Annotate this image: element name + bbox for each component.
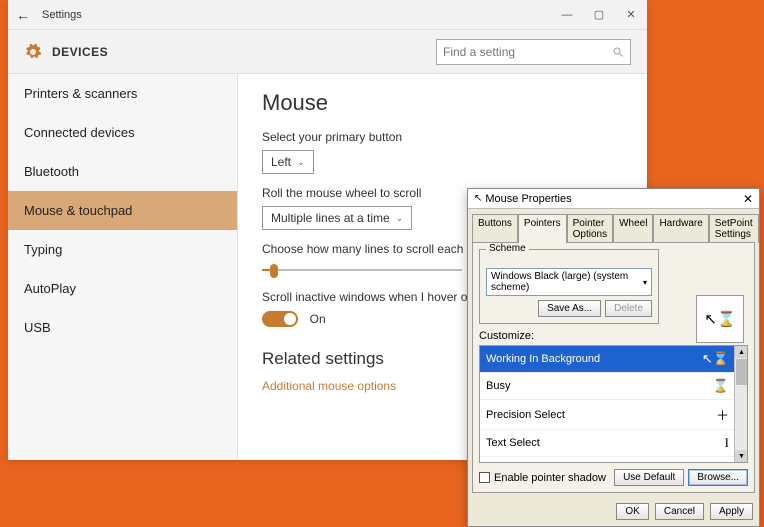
save-as-button[interactable]: Save As... [538,300,601,317]
cursor-icon: ↖ [474,193,482,204]
chevron-down-icon: ⌄ [396,213,404,224]
scroll-thumb[interactable] [736,359,747,385]
wheel-value: Multiple lines at a time [271,211,390,225]
chevron-down-icon: ▾ [643,278,647,287]
cursor-preview: ↖⌛ [696,295,744,343]
cursor-label: Working In Background [486,353,600,365]
gear-icon [24,43,42,61]
scroll-up-button[interactable]: ▲ [735,346,748,358]
scheme-group: Scheme Windows Black (large) (system sch… [479,249,659,324]
wheel-select[interactable]: Multiple lines at a time ⌄ [262,206,412,230]
tab-pointers[interactable]: Pointers [518,214,567,243]
search-input[interactable] [443,45,612,59]
browse-button[interactable]: Browse... [688,469,748,486]
sidebar-item-printers[interactable]: Printers & scanners [8,74,237,113]
dialog-tabs: Buttons Pointers Pointer Options Wheel H… [468,209,759,242]
cancel-button[interactable]: Cancel [655,503,704,520]
sidebar-item-usb[interactable]: USB [8,308,237,347]
primary-button-label: Select your primary button [262,130,623,144]
tab-wheel[interactable]: Wheel [613,214,653,243]
maximize-button[interactable]: ▢ [583,0,615,30]
sidebar-item-bluetooth[interactable]: Bluetooth [8,152,237,191]
list-item[interactable]: Text Select I [480,430,747,457]
dialog-title: Mouse Properties [485,193,571,205]
toggle-value: On [310,312,326,326]
cursor-working-icon: ↖⌛ [702,351,729,367]
chevron-down-icon: ⌄ [297,157,305,168]
lines-slider[interactable] [262,262,462,278]
list-item[interactable]: Busy ⌛ [480,373,747,400]
shadow-checkbox[interactable] [479,472,490,483]
tab-buttons[interactable]: Buttons [472,214,518,243]
back-button[interactable]: ← [8,7,38,23]
search-icon [612,46,624,58]
tab-panel: ↖⌛ Scheme Windows Black (large) (system … [472,242,755,493]
window-title: Settings [38,9,82,21]
cursor-label: Text Select [486,437,540,449]
shadow-row: Enable pointer shadow Use Default Browse… [479,469,748,486]
mouse-properties-dialog: ↖ Mouse Properties ✕ Buttons Pointers Po… [467,188,760,527]
inactive-toggle[interactable] [262,311,298,327]
window-controls: — ▢ ✕ [551,0,647,30]
shadow-label: Enable pointer shadow [494,472,606,484]
sidebar-item-mouse[interactable]: Mouse & touchpad [8,191,237,230]
cursor-handwriting-icon: ✎ [718,462,729,463]
search-box[interactable] [436,39,631,65]
sidebar-item-autoplay[interactable]: AutoPlay [8,269,237,308]
primary-button-select[interactable]: Left ⌄ [262,150,314,174]
tab-pointer-options[interactable]: Pointer Options [567,214,613,243]
cursor-precision-icon: ＋ [716,405,729,424]
scroll-down-button[interactable]: ▼ [735,450,748,462]
delete-button[interactable]: Delete [605,300,652,317]
apply-button[interactable]: Apply [710,503,753,520]
sidebar-item-connected[interactable]: Connected devices [8,113,237,152]
dialog-buttons: OK Cancel Apply [468,497,759,526]
page-header: DEVICES [8,30,647,74]
cursor-list[interactable]: Working In Background ↖⌛ Busy ⌛ Precisio… [479,345,748,463]
scheme-combo[interactable]: Windows Black (large) (system scheme) ▾ [486,268,652,296]
minimize-button[interactable]: — [551,0,583,30]
primary-button-value: Left [271,155,291,169]
cursor-text-icon: I [725,435,729,451]
tab-hardware[interactable]: Hardware [653,214,708,243]
sidebar-item-typing[interactable]: Typing [8,230,237,269]
sidebar: Printers & scanners Connected devices Bl… [8,74,238,460]
list-item[interactable]: Working In Background ↖⌛ [480,346,747,373]
page-title: DEVICES [52,45,108,59]
dialog-close-button[interactable]: ✕ [743,192,753,206]
close-button[interactable]: ✕ [615,0,647,30]
list-item[interactable]: Handwriting ✎ [480,457,747,463]
use-default-button[interactable]: Use Default [614,469,684,486]
dialog-titlebar: ↖ Mouse Properties ✕ [468,189,759,209]
ok-button[interactable]: OK [616,503,648,520]
cursor-label: Busy [486,380,510,392]
scrollbar[interactable]: ▲ ▼ [734,346,747,462]
tab-setpoint[interactable]: SetPoint Settings [709,214,759,243]
content-title: Mouse [262,90,623,116]
cursor-busy-icon: ⌛ [713,378,729,394]
titlebar: ← Settings — ▢ ✕ [8,0,647,30]
scheme-value: Windows Black (large) (system scheme) [491,271,643,293]
list-item[interactable]: Precision Select ＋ [480,400,747,430]
cursor-label: Precision Select [486,409,565,421]
scheme-label: Scheme [486,243,529,254]
